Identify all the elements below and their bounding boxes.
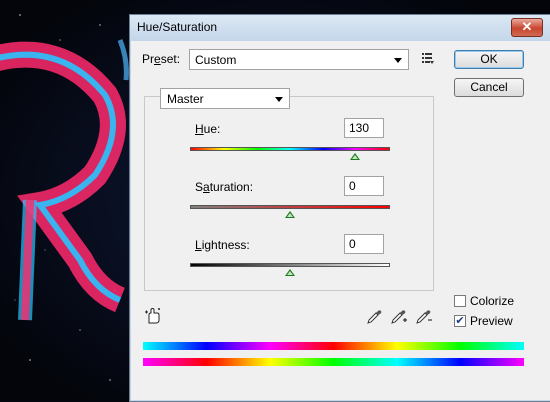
targeted-adjustment-hand-icon[interactable]	[144, 307, 162, 325]
saturation-slider-track[interactable]	[190, 205, 390, 209]
saturation-slider-thumb[interactable]	[285, 211, 295, 218]
chevron-down-icon	[394, 58, 402, 63]
source-spectrum-bar	[143, 342, 524, 350]
eyedropper-icon[interactable]	[366, 308, 382, 325]
channel-value: Master	[167, 92, 204, 106]
lightness-input[interactable]	[344, 234, 384, 254]
preset-label: Preset:	[142, 52, 181, 66]
hue-slider-track[interactable]	[190, 147, 390, 151]
hue-label: Hue:	[195, 122, 221, 136]
preset-value: Custom	[195, 53, 237, 67]
chevron-down-icon	[275, 97, 283, 102]
eyedropper-subtract-icon[interactable]	[415, 308, 433, 325]
eyedropper-add-icon[interactable]	[390, 308, 408, 325]
hue-slider-thumb[interactable]	[350, 153, 360, 160]
result-spectrum-bar	[143, 358, 524, 366]
cancel-button[interactable]: Cancel	[454, 78, 524, 97]
hue-saturation-dialog: Hue/Saturation ✕ Preset: Custom OK Cance…	[129, 14, 550, 402]
lightness-slider-track[interactable]	[190, 263, 390, 267]
title-bar: Hue/Saturation ✕	[130, 15, 550, 41]
preview-checkbox[interactable]: ✔	[454, 315, 466, 327]
preset-dropdown[interactable]: Custom	[189, 49, 409, 70]
preset-options-icon[interactable]	[422, 52, 434, 66]
colorize-label: Colorize	[470, 294, 515, 308]
check-icon: ✔	[455, 315, 465, 327]
hue-input[interactable]	[344, 118, 384, 138]
ok-button[interactable]: OK	[454, 50, 524, 69]
close-button[interactable]: ✕	[511, 18, 543, 37]
saturation-label: Saturation:	[195, 180, 254, 194]
saturation-input[interactable]	[344, 176, 384, 196]
channel-dropdown[interactable]: Master	[160, 88, 290, 109]
lightness-slider-thumb[interactable]	[285, 269, 295, 276]
lightness-label: Lightness:	[195, 238, 250, 252]
adjustment-group	[144, 96, 434, 291]
colorize-checkbox[interactable]: ✔	[454, 295, 466, 307]
preview-label: Preview	[470, 314, 513, 328]
dialog-title: Hue/Saturation	[137, 20, 218, 34]
